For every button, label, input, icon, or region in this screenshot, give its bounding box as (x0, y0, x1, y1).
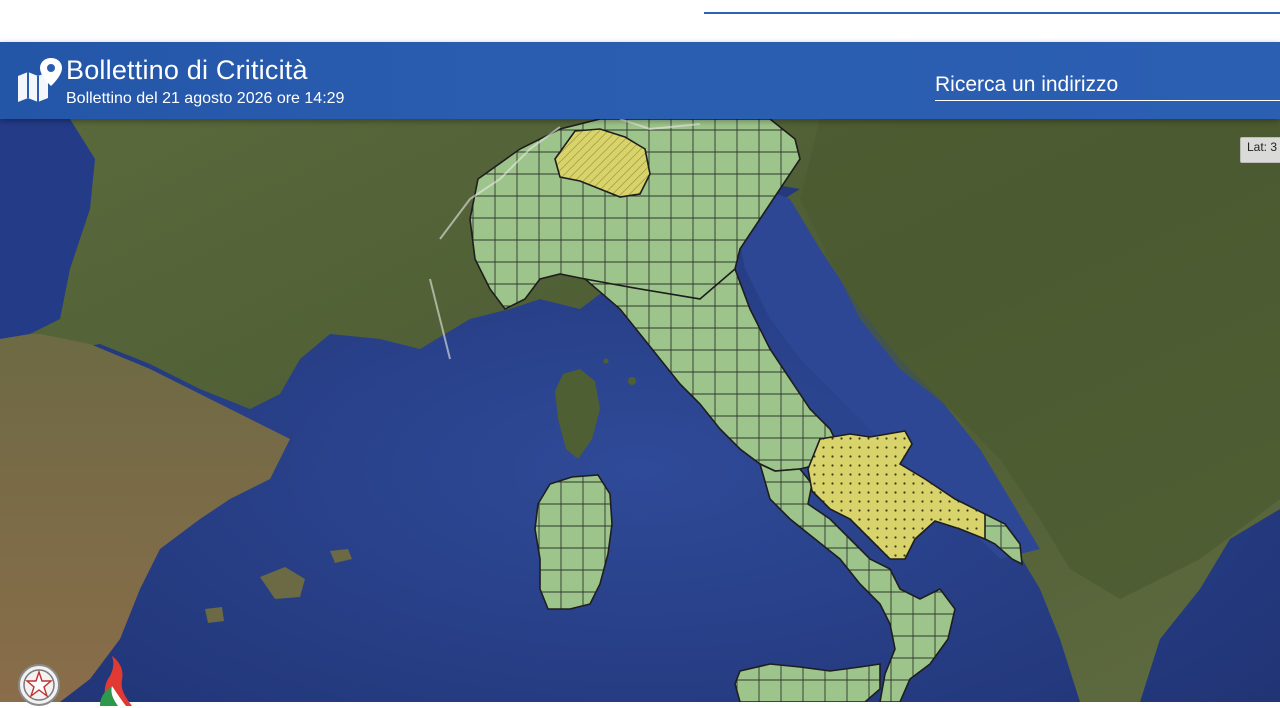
address-search-input[interactable] (935, 70, 1280, 101)
app-header: Bollettino di Criticità Bollettino del 2… (0, 42, 1280, 119)
map-canvas[interactable] (0, 119, 1280, 702)
coordinate-readout: Lat: 3 (1240, 137, 1280, 163)
island-small (603, 358, 609, 364)
bulletin-date: Bollettino del 21 agosto 2026 ore 14:29 (66, 90, 345, 107)
loading-progress-bar (704, 12, 1280, 14)
map-marker-icon[interactable] (16, 56, 62, 104)
island-ibiza (205, 607, 224, 623)
italian-republic-emblem-icon (18, 664, 60, 706)
satellite-map[interactable] (0, 119, 1280, 702)
browser-top-strip (0, 0, 1280, 43)
region-sicily[interactable] (734, 663, 881, 702)
page-title: Bollettino di Criticità (66, 55, 308, 85)
island-elba (628, 377, 636, 385)
protezione-civile-logo-icon (100, 656, 132, 706)
